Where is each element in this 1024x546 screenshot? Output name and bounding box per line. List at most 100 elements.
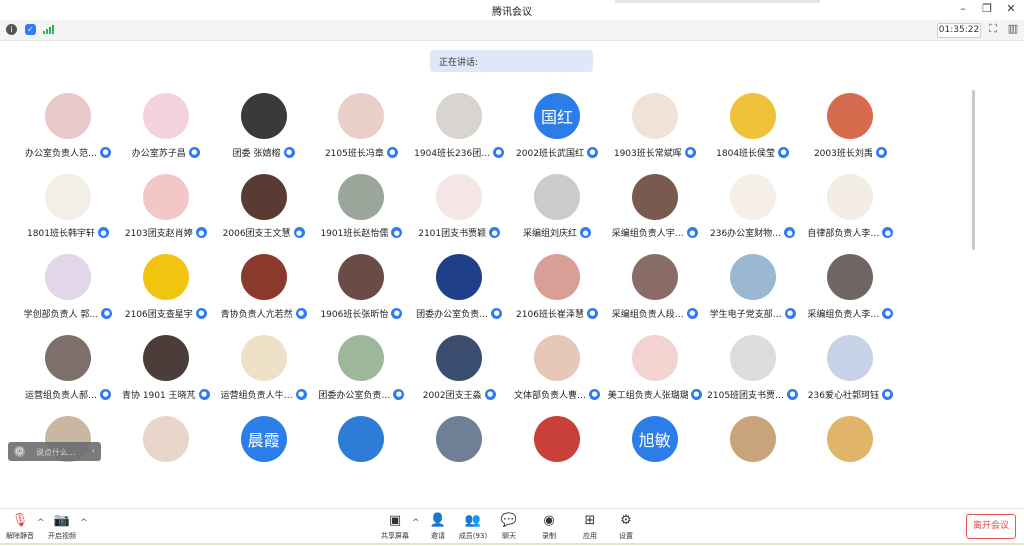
record-button[interactable]: ◉ 录制 xyxy=(529,513,569,543)
participant-name: 236办公室财物… xyxy=(710,229,782,240)
participant-name-row: 采编组刘庆红 ● xyxy=(508,226,606,240)
apps-button[interactable]: ⊞ 应用 xyxy=(570,513,610,543)
participant-name: 1801班长韩宇轩 xyxy=(27,229,95,240)
participant-avatar xyxy=(142,254,189,301)
participant-name-row: 采编组负责人李… ● xyxy=(801,306,899,320)
participant-avatar xyxy=(631,173,678,220)
invite-button[interactable]: 👤 邀请 xyxy=(418,513,458,543)
participant-avatar xyxy=(631,335,678,382)
mic-icon: ● xyxy=(195,227,207,239)
chat-icon: 💬 xyxy=(500,513,518,528)
camera-off-icon: 📷 xyxy=(53,513,71,528)
participant-name-row: 美工组负责人张璐璐 ● xyxy=(606,387,704,401)
participant-name: 文体部负责人曹… xyxy=(513,390,586,401)
participant-name: 2101团支书贾颖 xyxy=(418,229,487,240)
restore-icon[interactable]: ❐ xyxy=(980,2,994,15)
participant-name-row: 文体部负责人曹… ● xyxy=(508,387,606,401)
participant-name-row: 236爱心社郭珂钰 ● xyxy=(801,387,899,401)
participant-name: 采编组负责人李… xyxy=(807,309,880,320)
participant-name-row: 自律部负责人李… ● xyxy=(801,226,899,240)
participant-name: 采编组负责人段… xyxy=(611,309,684,320)
participant-name: 美工组负责人张璐璐 xyxy=(607,390,688,401)
chat-placeholder: 说点什么... xyxy=(36,448,76,457)
fullscreen-icon[interactable]: ⛶ xyxy=(986,22,1000,36)
participant-name-row: 团委办公室负责… ● xyxy=(410,306,508,320)
speaking-label: 正在讲话: xyxy=(439,58,479,68)
apps-label: 应用 xyxy=(583,532,597,540)
participant-avatar xyxy=(240,254,287,301)
members-button[interactable]: 👥 成员(93) xyxy=(453,513,493,543)
participant-name: 学生电子党支部… xyxy=(709,309,782,320)
mic-icon: ● xyxy=(690,388,702,400)
participant-avatar xyxy=(534,415,580,462)
participant-avatar xyxy=(240,335,287,382)
participant-name: 学创部负责人 郭… xyxy=(23,309,99,320)
participant-name-row: 2002团支王淼 ● xyxy=(410,387,508,401)
participant-name: 自律部负责人李… xyxy=(807,229,880,240)
share-screen-label: 共享屏幕 xyxy=(381,532,409,540)
mic-icon: ● xyxy=(589,388,600,400)
participant-avatar xyxy=(436,93,483,139)
chat-input-box[interactable]: ☺ 说点什么... ‹ xyxy=(8,442,101,461)
mic-icon: ● xyxy=(489,227,501,239)
mic-icon: ● xyxy=(787,388,799,400)
share-screen-button[interactable]: ▣ 共享屏幕 xyxy=(375,513,415,543)
participant-name-row: 办公室负责人范… ● xyxy=(19,145,117,159)
mic-icon: ● xyxy=(493,146,505,158)
mic-icon: ● xyxy=(586,146,598,158)
participant-avatar xyxy=(45,335,91,382)
participant-name: 2105班团支书贾… xyxy=(707,390,785,401)
participant-name: 青协 1901 王晓芃 xyxy=(121,390,196,401)
unmute-button[interactable]: 🎙 解除静音 xyxy=(0,513,40,543)
meeting-toolbar: 🎙 解除静音 ^ 📷 开启视频 ^ ▣ 共享屏幕 ^ 👤 邀请 👥 成员(93)… xyxy=(0,508,1024,546)
participant-name-row: 团委 张婧榕 ● xyxy=(215,145,313,159)
participant-avatar xyxy=(338,415,385,462)
settings-label: 设置 xyxy=(619,532,633,540)
title-shade xyxy=(615,0,820,3)
mic-icon: ● xyxy=(188,146,200,158)
signal-icon[interactable] xyxy=(43,25,54,34)
participant-avatar xyxy=(827,173,874,220)
layout-icon[interactable]: ▥ xyxy=(1006,22,1020,36)
mic-icon: ● xyxy=(293,227,305,239)
settings-button[interactable]: ⚙ 设置 xyxy=(606,513,646,543)
emoji-icon[interactable]: ☺ xyxy=(14,446,25,457)
participant-avatar xyxy=(436,173,483,220)
mic-icon: ● xyxy=(100,388,111,400)
participant-name-row: 2106团支查星宇 ● xyxy=(117,306,215,320)
minimize-icon[interactable]: – xyxy=(956,2,970,15)
participant-avatar xyxy=(45,173,91,220)
avatar-initials: 旭敏 xyxy=(638,430,671,450)
participant-name: 1901班长赵怡儒 xyxy=(320,229,389,240)
mic-icon: ● xyxy=(686,227,698,239)
mic-icon: ● xyxy=(580,227,591,239)
participant-name: 2003班长刘禹 xyxy=(813,148,873,159)
participant-name: 采编组刘庆红 xyxy=(522,229,577,240)
participant-avatar xyxy=(436,415,483,462)
leave-meeting-button[interactable]: 离开会议 xyxy=(966,514,1016,539)
mic-icon: ● xyxy=(684,146,696,158)
participant-name: 运营组负责人牛… xyxy=(220,390,293,401)
shield-icon[interactable]: ✓ xyxy=(25,24,36,35)
close-icon[interactable]: ✕ xyxy=(1004,2,1018,15)
share-screen-icon: ▣ xyxy=(388,513,402,528)
start-video-button[interactable]: 📷 开启视频 xyxy=(42,513,82,543)
participant-name: 2106班长崔泽慧 xyxy=(516,309,584,320)
participant-name-row: 运营组负责人郝… ● xyxy=(19,387,117,401)
participant-name-row: 2002班长武国红 ● xyxy=(508,145,606,159)
mic-icon: ● xyxy=(686,307,698,319)
participant-avatar xyxy=(729,173,776,220)
mic-icon: ● xyxy=(97,227,109,239)
participant-avatar xyxy=(142,335,189,382)
participant-name-row: 办公室苏子昌 ● xyxy=(117,145,215,159)
gallery-scrollbar[interactable] xyxy=(972,90,975,250)
chat-button[interactable]: 💬 聊天 xyxy=(489,513,529,543)
speaking-indicator: 正在讲话: xyxy=(430,50,593,72)
collapse-chat-icon[interactable]: ‹ xyxy=(92,446,95,455)
participant-name-row: 青协 1901 王晓芃 ● xyxy=(117,387,215,401)
participant-avatar xyxy=(338,173,385,220)
info-icon[interactable]: i xyxy=(6,24,17,35)
participant-name: 2103团支赵肖婷 xyxy=(124,229,193,240)
video-options-caret-icon[interactable]: ^ xyxy=(80,518,88,528)
participant-name-row: 1904班长236团… ● xyxy=(410,145,508,159)
